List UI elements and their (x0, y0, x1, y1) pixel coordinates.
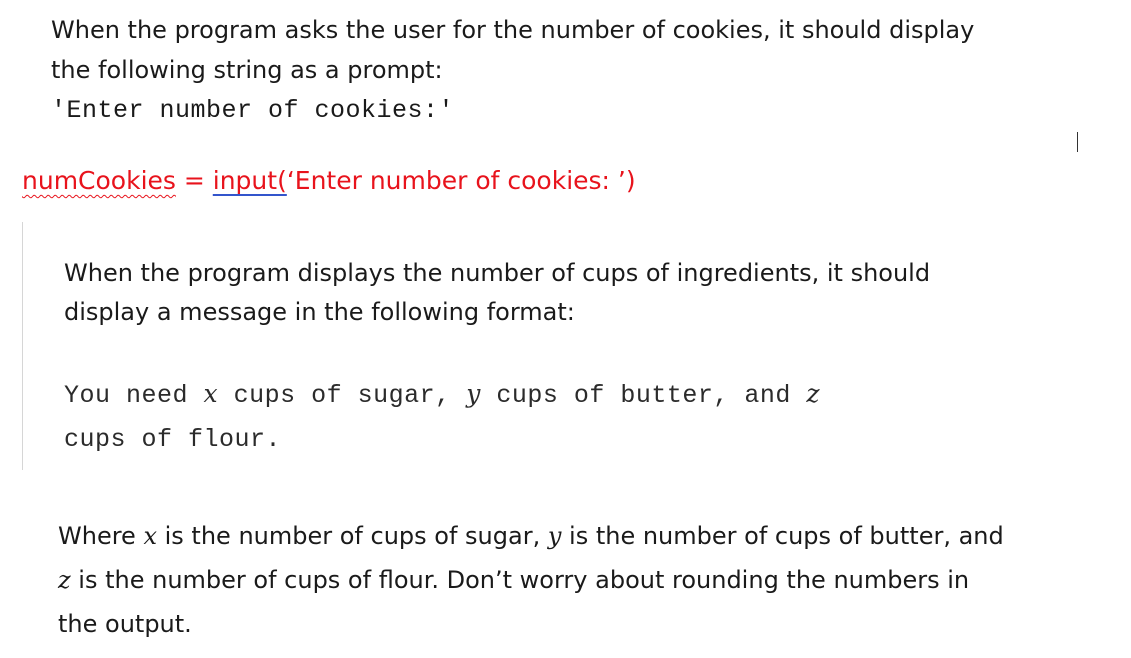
explanation-part-a: Where (58, 522, 144, 550)
explanation-var-x: x (143, 522, 157, 550)
quote-bar (22, 222, 23, 470)
code-operator: = (175, 166, 213, 195)
explanation-var-z: z (58, 566, 71, 594)
output-instruction-block: When the program displays the number of … (64, 254, 1064, 332)
sample-var-x: x (203, 379, 219, 408)
sample-var-z: z (806, 379, 821, 408)
prompt-instruction-line-1: When the program asks the user for the n… (51, 16, 975, 44)
code-variable: numCookies (22, 166, 176, 195)
prompt-instruction-text: When the program asks the user for the n… (51, 10, 1111, 90)
prompt-instruction-block: When the program asks the user for the n… (51, 10, 1111, 130)
explanation-var-y: y (547, 522, 562, 550)
code-function: input( (212, 166, 287, 195)
code-line[interactable]: numCookies = input(‘Enter number of cook… (22, 166, 636, 195)
sample-output-block: You need x cups of sugar, y cups of butt… (64, 372, 1064, 462)
output-instruction-text: When the program displays the number of … (64, 254, 1064, 332)
prompt-instruction-line-2: the following string as a prompt: (51, 56, 443, 84)
explanation-line-2: is the number of cups of flour. Don’t wo… (70, 566, 970, 594)
prompt-string: 'Enter number of cookies:' (51, 96, 455, 125)
explanation-part-b: is the number of cups of sugar, (157, 522, 548, 550)
explanation-line-3: the output. (58, 610, 192, 638)
output-instruction-line-1: When the program displays the number of … (64, 259, 931, 287)
sample-output-line-2: cups of flour. (64, 425, 282, 454)
explanation-text: Where x is the number of cups of sugar, … (58, 514, 1118, 646)
explanation-block: Where x is the number of cups of sugar, … (58, 514, 1118, 646)
sample-output-line-1: You need x cups of sugar, y cups of butt… (64, 372, 1064, 418)
output-instruction-line-2: display a message in the following forma… (64, 298, 575, 326)
sample-part-a: You need (64, 381, 204, 410)
text-cursor (1077, 132, 1078, 152)
code-argument: ‘Enter number of cookies: ’) (286, 166, 636, 195)
sample-var-y: y (466, 379, 481, 408)
sample-part-b: cups of sugar, (218, 381, 467, 410)
sample-part-c: cups of butter, and (480, 381, 807, 410)
explanation-part-c: is the number of cups of butter, and (561, 522, 1004, 550)
